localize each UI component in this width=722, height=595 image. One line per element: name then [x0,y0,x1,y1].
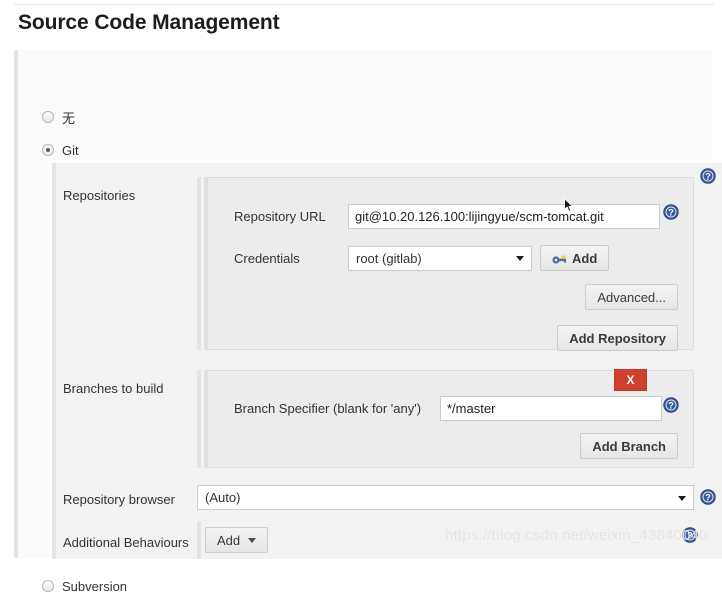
repositories-separator [197,177,201,350]
repositories-label: Repositories [63,188,136,203]
repository-browser-select[interactable]: (Auto) [197,485,694,510]
delete-branch-button[interactable]: X [614,369,647,391]
additional-behaviours-label: Additional Behaviours [63,535,189,550]
svg-text:?: ? [705,172,711,182]
advanced-button-label: Advanced... [597,289,666,305]
scm-section: 无 Git Subversion Repositories Repository… [14,50,722,594]
help-icon-repositories[interactable]: ? [700,168,716,184]
page-title: Source Code Management [18,11,280,34]
add-credentials-label: Add [572,250,598,266]
credentials-row: Credentials root (gitlab) Add [208,245,610,271]
scm-option-subversion[interactable]: Subversion [42,577,127,595]
add-branch-button-label: Add Branch [592,438,666,454]
help-icon-repository-browser[interactable]: ? [700,489,716,505]
add-branch-button[interactable]: Add Branch [580,433,678,459]
scm-option-git-label: Git [62,142,79,158]
additional-behaviours-add-button[interactable]: Add [205,527,269,553]
credentials-label: Credentials [234,250,300,266]
svg-text:?: ? [687,531,693,541]
add-credentials-button[interactable]: Add [540,245,610,271]
repository-url-label: Repository URL [234,209,326,224]
radio-subversion[interactable] [42,580,54,592]
repository-browser-selected-value: (Auto) [205,490,241,505]
repository-url-row: Repository URL [208,204,660,229]
advanced-button[interactable]: Advanced... [585,284,678,310]
radio-git[interactable] [42,144,54,156]
chevron-down-icon [248,537,257,543]
credentials-selected-value: root (gitlab) [356,250,422,266]
scm-option-subversion-label: Subversion [62,578,128,594]
branch-specifier-label: Branch Specifier (blank for 'any') [234,401,422,416]
svg-text:?: ? [705,493,711,503]
chevron-down-icon [678,495,686,501]
git-settings-panel: Repositories Repository URL Credentials … [52,163,722,559]
branches-separator [197,370,201,468]
help-icon-repository-url[interactable]: ? [663,204,679,220]
radio-none[interactable] [42,111,54,123]
scm-option-none[interactable]: 无 [42,108,75,126]
additional-behaviours-separator [197,521,201,559]
add-repository-button[interactable]: Add Repository [557,325,678,351]
repository-browser-label: Repository browser [63,492,175,507]
branches-label: Branches to build [63,381,164,396]
branch-specifier-input[interactable] [440,396,662,421]
svg-text:?: ? [668,208,674,218]
repository-url-input[interactable] [348,204,660,229]
help-icon-branch-specifier[interactable]: ? [663,397,679,413]
delete-branch-label: X [626,373,635,387]
chevron-down-icon [516,256,524,261]
add-repository-button-label: Add Repository [569,330,666,346]
key-icon [552,252,567,265]
repository-block: Repository URL Credentials root (gitlab) [204,177,694,351]
branch-specifier-row: Branch Specifier (blank for 'any') [208,396,662,421]
svg-text:?: ? [668,401,674,411]
additional-behaviours-add-label: Add [217,532,241,548]
scm-option-none-label: 无 [62,110,76,126]
credentials-select[interactable]: root (gitlab) [348,245,532,271]
help-icon-subversion[interactable]: ? [682,527,698,543]
header-divider [14,4,714,5]
scm-option-git[interactable]: Git [42,141,79,159]
